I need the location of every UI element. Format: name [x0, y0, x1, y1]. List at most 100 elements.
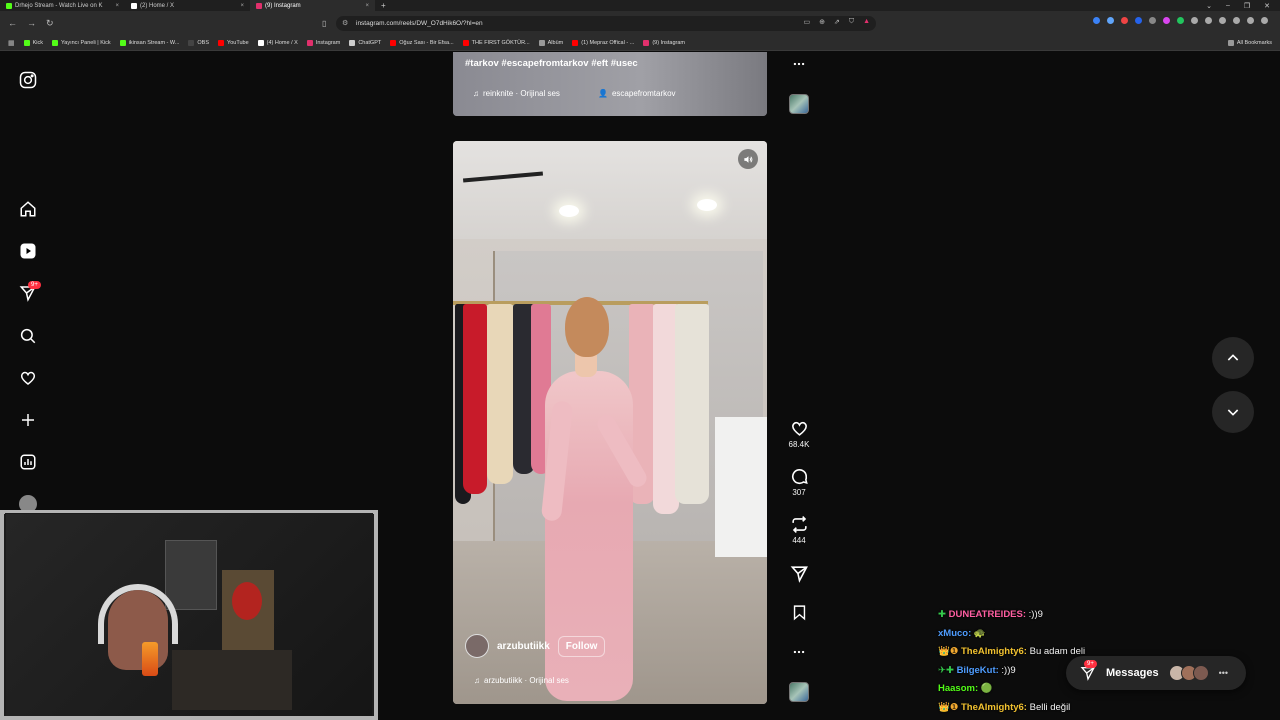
browser-tab-x[interactable]: (2) Home / X ×	[125, 0, 250, 11]
bookmark-favicon-icon	[188, 40, 195, 46]
more-icon[interactable]: •••	[1219, 668, 1228, 678]
instagram-logo-icon[interactable]	[18, 70, 38, 90]
bookmark-item[interactable]: ChatGPT	[349, 40, 381, 46]
close-tab-icon[interactable]: ×	[365, 3, 369, 9]
all-bookmarks-button[interactable]: All Bookmarks	[1227, 40, 1272, 46]
previous-reel-more-button[interactable]	[783, 57, 815, 71]
search-icon[interactable]	[18, 326, 38, 346]
next-reel-button[interactable]	[1212, 391, 1254, 433]
dashboard-icon[interactable]	[18, 452, 38, 472]
folder-icon	[538, 40, 545, 46]
heart-icon[interactable]	[18, 368, 38, 388]
woman-head	[565, 297, 609, 357]
minimize-icon[interactable]: –	[1226, 2, 1230, 10]
media-icon[interactable]	[1219, 17, 1226, 24]
menu-icon[interactable]	[1261, 17, 1268, 24]
reel-author: arzubutiikk Follow	[465, 634, 606, 658]
bookmark-item[interactable]: ikinsan Stream - W...	[119, 40, 179, 46]
restore-icon[interactable]: ❐	[1244, 2, 1250, 10]
bookmark-item[interactable]: Kick	[23, 40, 43, 46]
like-button[interactable]: 68.4K	[783, 419, 815, 449]
x-favicon-icon	[131, 2, 137, 9]
reels-icon[interactable]	[18, 241, 38, 261]
bookmark-page-icon[interactable]: ▯	[322, 19, 326, 28]
zoom-icon[interactable]: ⊕	[819, 18, 825, 26]
current-reel-audio[interactable]: ♫ arzubutiikk · Orijinal ses	[474, 676, 569, 685]
bookmark-item[interactable]: THE FIRST GÖKTÜR...	[462, 40, 530, 46]
cast-icon[interactable]: ▭	[803, 18, 810, 26]
current-reel-video[interactable]	[453, 141, 767, 704]
follow-button[interactable]: Follow	[557, 635, 606, 657]
close-tab-icon[interactable]: ×	[240, 3, 244, 9]
extension-icon[interactable]	[1135, 17, 1142, 24]
previous-reel-audio-thumbnail[interactable]	[789, 94, 809, 114]
create-icon[interactable]	[18, 410, 38, 430]
extension-icon[interactable]	[1163, 17, 1170, 24]
bookmark-item[interactable]: Instagram	[306, 40, 340, 46]
mute-button[interactable]	[738, 149, 758, 169]
share-icon[interactable]: ⇗	[834, 18, 840, 26]
bookmark-item[interactable]: (1) Mepraz Offical - ...	[572, 40, 634, 46]
chat-username: xMuco:	[938, 627, 972, 639]
home-icon[interactable]	[18, 199, 38, 219]
apps-grid-icon[interactable]: ▦	[8, 39, 15, 47]
close-tab-icon[interactable]: ×	[115, 3, 119, 9]
browser-tab-instagram[interactable]: (9) Instagram ×	[250, 0, 375, 11]
bookmark-item[interactable]: OBS	[188, 40, 209, 46]
previous-reel[interactable]: #tarkov #escapefromtarkov #eft #usec ♫ r…	[453, 52, 767, 116]
bookmark-label: (9) Instagram	[652, 40, 686, 46]
bookmark-favicon-icon	[119, 40, 126, 46]
forward-icon[interactable]: →	[27, 18, 36, 29]
bookmark-item[interactable]: (4) Home / X	[257, 40, 298, 46]
comment-button[interactable]: 307	[783, 467, 815, 497]
shield-icon[interactable]: ⛉	[849, 18, 854, 26]
previous-reel-audio[interactable]: ♫ reinknite · Orijinal ses	[473, 89, 560, 98]
back-icon[interactable]: ←	[8, 18, 17, 29]
extension-icon[interactable]	[1149, 17, 1156, 24]
bookmark-item[interactable]: Albüm	[538, 40, 563, 46]
bookmark-item[interactable]: YouTube	[218, 40, 249, 46]
side-panel-icon[interactable]	[1233, 17, 1240, 24]
extension-icon[interactable]	[1107, 17, 1114, 24]
audio-label: arzubutiikk · Orijinal ses	[484, 676, 569, 685]
chat-username: BilgeKut:	[956, 664, 999, 676]
music-note-icon: ♫	[473, 89, 479, 98]
browser-tab-kick[interactable]: Drhejo Stream - Watch Live on K ×	[0, 0, 125, 11]
extension-icon[interactable]	[1177, 17, 1184, 24]
extensions-area	[1093, 17, 1268, 24]
ceiling-light	[697, 199, 717, 211]
profile-icon[interactable]	[1247, 17, 1254, 24]
bookmark-item[interactable]: Oğuz Sası - Bir Efsa...	[390, 40, 454, 46]
extension-icon[interactable]	[1093, 17, 1100, 24]
reload-icon[interactable]: ↻	[46, 18, 54, 29]
browser-tab-bar: Drhejo Stream - Watch Live on K × (2) Ho…	[0, 0, 1280, 11]
tab-search-icon[interactable]: ⌄	[1206, 2, 1212, 10]
repost-button[interactable]: 444	[783, 515, 815, 545]
audio-thumbnail[interactable]	[789, 682, 809, 702]
previous-reel-collaborator[interactable]: 👤 escapefromtarkov	[598, 89, 676, 98]
bookmark-favicon-icon	[390, 40, 397, 46]
ceiling-light	[559, 205, 579, 217]
chat-badge: ✈✚	[938, 664, 957, 676]
instagram-favicon-icon	[256, 2, 262, 9]
author-avatar[interactable]	[465, 634, 489, 658]
more-options-button[interactable]	[783, 645, 815, 659]
bookmark-label: YouTube	[227, 40, 249, 46]
chat-message: xMuco: 🐢	[938, 625, 1138, 644]
extension-icon[interactable]	[1121, 17, 1128, 24]
share-button[interactable]	[783, 564, 815, 583]
address-bar[interactable]: ⚙ instagram.com/reels/DW_O7dHik6O/?hl=en…	[336, 16, 876, 31]
new-tab-button[interactable]: +	[375, 1, 392, 10]
close-window-icon[interactable]: ✕	[1264, 2, 1270, 10]
extension-alert-icon[interactable]: ▲	[863, 18, 870, 26]
previous-reel-button[interactable]	[1212, 337, 1254, 379]
bookmark-item[interactable]: Yayıncı Paneli | Kick	[52, 40, 111, 46]
author-username[interactable]: arzubutiikk	[497, 641, 550, 652]
puzzle-icon[interactable]	[1191, 17, 1198, 24]
save-button[interactable]	[783, 603, 815, 622]
audio-label: reinknite · Orijinal ses	[483, 89, 560, 98]
bookmark-item[interactable]: (9) Instagram	[643, 40, 685, 46]
bookmark-favicon-icon	[643, 40, 650, 46]
downloads-icon[interactable]	[1205, 17, 1212, 24]
site-info-icon[interactable]: ⚙	[342, 19, 350, 27]
